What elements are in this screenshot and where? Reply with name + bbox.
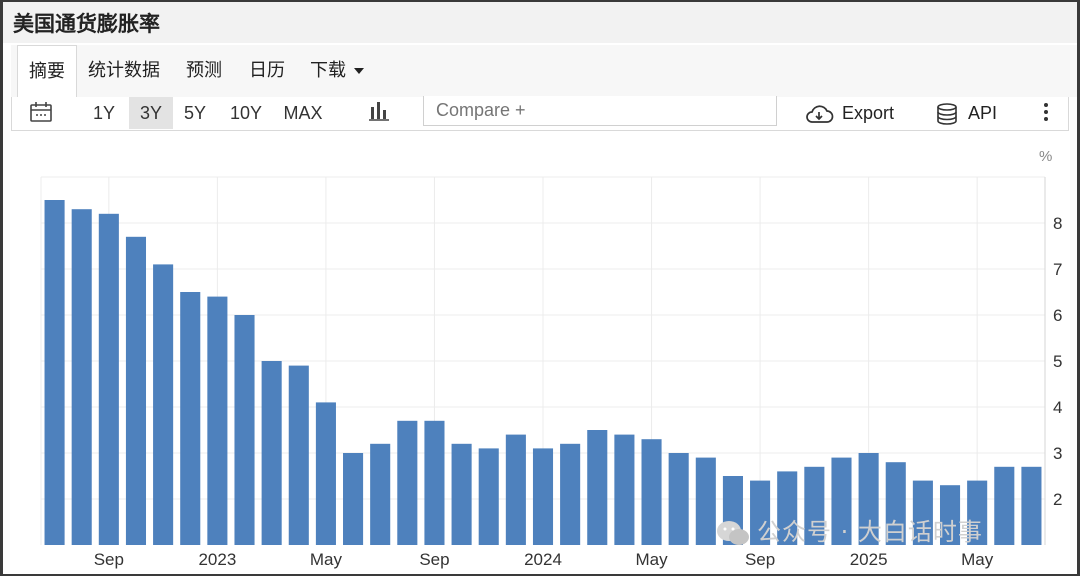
app-window: 美国通货膨胀率 摘要 统计数据 预测 日历 下载 1Y 3Y 5Y 10Y MA…: [3, 2, 1077, 574]
tab-summary-label: 摘要: [29, 61, 65, 82]
tab-download[interactable]: 下载: [310, 45, 364, 97]
y-unit-label: %: [1039, 148, 1052, 165]
export-button[interactable]: Export: [804, 97, 894, 129]
bar-2022-10: [125, 236, 147, 546]
bar-2024-07: [695, 457, 716, 545]
bar-2023-06: [343, 453, 364, 545]
export-label: Export: [842, 103, 895, 123]
compare-input[interactable]: [423, 96, 777, 126]
x-tick-label: Sep: [745, 550, 775, 569]
x-tick-label: 2024: [524, 550, 562, 569]
watermark: 公众号 · 大白话时事: [715, 512, 983, 547]
tab-bar-background: [11, 45, 1077, 97]
bar-2025-07: [1021, 466, 1042, 545]
x-tick-label: Sep: [419, 550, 449, 569]
wechat-icon: [717, 521, 749, 545]
bar-2024-04: [614, 434, 635, 545]
tab-calendar[interactable]: 日历: [249, 45, 285, 97]
tab-summary[interactable]: 摘要: [17, 45, 77, 98]
chevron-down-icon: [354, 68, 364, 74]
tab-forecast-label: 预测: [186, 60, 222, 81]
y-tick-label: 8: [1053, 214, 1062, 233]
y-tick-label: 7: [1053, 260, 1062, 279]
x-tick-label: Sep: [94, 550, 124, 569]
tab-calendar-label: 日历: [249, 60, 285, 81]
bar-2025-06: [994, 466, 1015, 545]
tab-bar: 摘要 统计数据 预测 日历 下载: [11, 45, 1077, 98]
vertical-ellipsis-icon[interactable]: [1042, 101, 1050, 128]
y-tick-label: 3: [1053, 444, 1062, 463]
bar-2023-11: [478, 448, 499, 545]
bar-2023-03: [261, 361, 282, 545]
y-tick-label: 5: [1053, 352, 1062, 371]
bar-2023-02: [234, 315, 255, 545]
bar-2022-11: [153, 264, 174, 545]
bar-2024-05: [641, 439, 662, 545]
bar-2023-07: [370, 443, 391, 545]
bar-2023-08: [397, 420, 418, 545]
bar-2022-07: [44, 200, 65, 545]
range-3y-button[interactable]: 3Y: [129, 97, 173, 129]
calendar-icon[interactable]: [29, 101, 53, 128]
range-5y-button[interactable]: 5Y: [177, 97, 213, 129]
bar-2023-12: [505, 434, 526, 545]
x-tick-label: May: [635, 550, 668, 569]
bar-2023-05: [315, 402, 336, 545]
tab-statistics[interactable]: 统计数据: [88, 45, 160, 97]
title-bar: 美国通货膨胀率: [3, 2, 1077, 43]
inflation-bar-chart: 2 3 4 5 6 7 8% Sep 2023 May Sep 2024 May Sep 2025 May: [40, 148, 1062, 569]
database-icon: [937, 103, 957, 126]
bar-2024-03: [587, 430, 608, 545]
bar-2022-12: [180, 292, 201, 545]
bar-2023-01: [207, 296, 228, 545]
x-tick-label: May: [310, 550, 343, 569]
bar-2024-02: [560, 443, 581, 545]
bar-2022-09: [98, 213, 119, 546]
api-label: API: [968, 103, 998, 123]
bar-chart-icon[interactable]: [368, 99, 390, 128]
bar-2023-09: [424, 420, 445, 545]
tab-forecast[interactable]: 预测: [186, 45, 222, 97]
x-tick-label: 2025: [850, 550, 888, 569]
api-button[interactable]: API: [936, 97, 997, 129]
tab-statistics-label: 统计数据: [88, 60, 160, 81]
x-tick-label: May: [961, 550, 994, 569]
chart-toolbar: 1Y 3Y 5Y 10Y MAX Export API: [11, 96, 1069, 131]
bar-2024-06: [668, 453, 689, 545]
tab-download-label: 下载: [310, 60, 346, 81]
bar-2023-10: [451, 443, 472, 545]
y-tick-label: 6: [1053, 306, 1062, 325]
bar-2023-04: [288, 365, 309, 545]
y-tick-label: 4: [1053, 398, 1062, 417]
y-tick-label: 2: [1053, 490, 1062, 509]
range-max-button[interactable]: MAX: [278, 97, 328, 129]
cloud-download-icon: [806, 105, 834, 124]
watermark-text: 公众号 · 大白话时事: [757, 518, 983, 546]
range-10y-button[interactable]: 10Y: [222, 97, 270, 129]
x-tick-label: 2023: [198, 550, 236, 569]
bar-2024-01: [532, 448, 554, 545]
range-1y-button[interactable]: 1Y: [86, 97, 122, 129]
page-title: 美国通货膨胀率: [13, 12, 160, 36]
bar-2022-08: [71, 209, 92, 545]
